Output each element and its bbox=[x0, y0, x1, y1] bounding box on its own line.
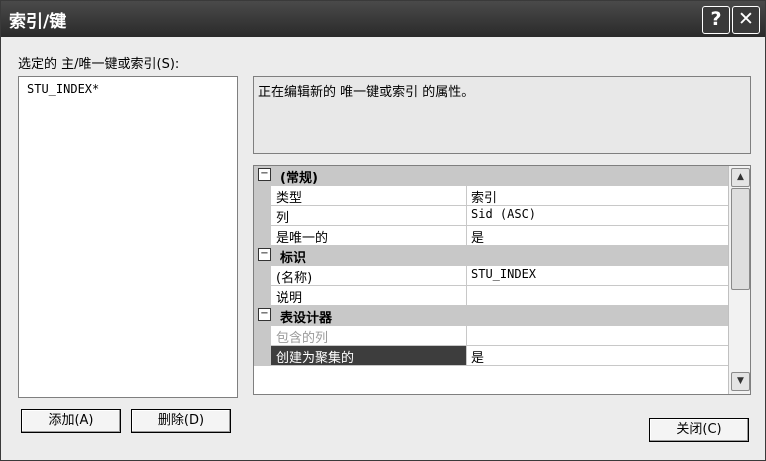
property-name: 列 bbox=[276, 211, 290, 226]
index-list[interactable]: STU_INDEX* bbox=[18, 76, 238, 398]
selected-index-label: 选定的 主/唯一键或索引(S): bbox=[18, 57, 180, 72]
category-table-designer[interactable]: − 表设计器 bbox=[254, 306, 728, 326]
collapse-icon[interactable]: − bbox=[258, 248, 271, 261]
property-name: 类型 bbox=[276, 191, 303, 206]
property-name: 包含的列 bbox=[276, 331, 329, 346]
property-value: 是 bbox=[471, 231, 485, 246]
category-label: 表设计器 bbox=[280, 311, 333, 326]
collapse-icon[interactable]: − bbox=[258, 168, 271, 181]
category-label: (常规) bbox=[280, 171, 318, 186]
help-button[interactable]: ? bbox=[702, 6, 730, 34]
property-row-columns[interactable]: 列 Sid (ASC) bbox=[254, 206, 728, 226]
scroll-down-icon[interactable]: ▼ bbox=[731, 372, 750, 391]
property-row-included-columns[interactable]: 包含的列 bbox=[254, 326, 728, 346]
property-row-description[interactable]: 说明 bbox=[254, 286, 728, 306]
property-value: Sid (ASC) bbox=[471, 207, 537, 221]
selected-property-name: 创建为聚集的 bbox=[271, 346, 466, 366]
close-window-button[interactable]: ✕ bbox=[732, 6, 760, 34]
property-name: 说明 bbox=[276, 291, 303, 306]
property-row-clustered[interactable]: 创建为聚集的 是 ▼ bbox=[254, 346, 728, 366]
scroll-thumb[interactable] bbox=[731, 188, 750, 290]
property-row-is-unique[interactable]: 是唯一的 是 bbox=[254, 226, 728, 246]
vertical-scrollbar[interactable]: ▲ ▼ bbox=[728, 166, 750, 394]
collapse-icon[interactable]: − bbox=[258, 308, 271, 321]
window-title: 索引/键 bbox=[9, 12, 67, 32]
category-identity[interactable]: − 标识 bbox=[254, 246, 728, 266]
list-item[interactable]: STU_INDEX* bbox=[27, 82, 99, 96]
description-panel: 正在编辑新的 唯一键或索引 的属性。 bbox=[253, 76, 751, 154]
property-name: 创建为聚集的 bbox=[276, 351, 355, 366]
category-label: 标识 bbox=[280, 251, 307, 266]
property-name: 是唯一的 bbox=[276, 231, 329, 246]
add-button[interactable]: 添加(A) bbox=[21, 409, 121, 433]
property-row-type[interactable]: 类型 索引 bbox=[254, 186, 728, 206]
property-row-name[interactable]: (名称) STU_INDEX bbox=[254, 266, 728, 286]
title-bar: 索引/键 ? ✕ bbox=[1, 1, 765, 37]
scroll-up-icon[interactable]: ▲ bbox=[731, 168, 750, 187]
property-name: (名称) bbox=[276, 271, 313, 286]
close-button[interactable]: 关闭(C) bbox=[649, 418, 749, 442]
property-value: 是 bbox=[471, 351, 485, 366]
property-value: 索引 bbox=[471, 191, 498, 206]
property-grid: − (常规) 类型 索引 列 Sid (ASC) 是唯一的 是 − 标识 (名称… bbox=[253, 165, 751, 395]
description-text: 正在编辑新的 唯一键或索引 的属性。 bbox=[258, 85, 475, 100]
delete-button[interactable]: 删除(D) bbox=[131, 409, 231, 433]
category-general[interactable]: − (常规) bbox=[254, 166, 728, 186]
index-key-dialog: 索引/键 ? ✕ 选定的 主/唯一键或索引(S): STU_INDEX* 正在编… bbox=[0, 0, 766, 461]
property-value: STU_INDEX bbox=[471, 267, 537, 281]
